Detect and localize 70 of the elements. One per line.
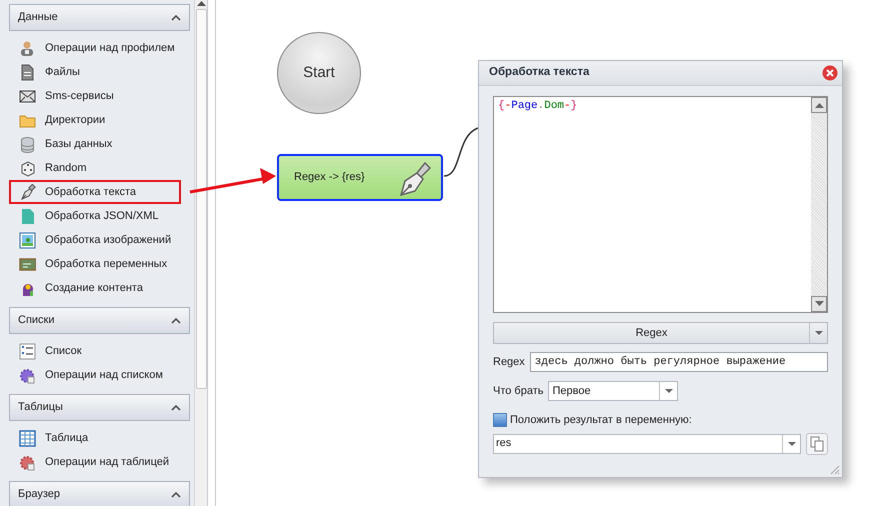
copy-icon bbox=[810, 436, 824, 452]
checkbox-label: Положить результат в переменную: bbox=[510, 413, 692, 428]
dropdown-caret-icon[interactable] bbox=[664, 389, 673, 393]
section-title: Браузер bbox=[18, 487, 60, 502]
connector-line bbox=[444, 127, 478, 177]
person-icon bbox=[19, 40, 36, 56]
dropdown-caret-icon[interactable] bbox=[788, 442, 796, 446]
code-editor[interactable]: {-Page.Dom-} bbox=[493, 96, 828, 313]
chalkboard-icon bbox=[19, 256, 36, 272]
scroll-thumb[interactable] bbox=[196, 9, 206, 389]
section-header[interactable]: Списки bbox=[9, 307, 190, 334]
collapse-icon[interactable] bbox=[171, 14, 181, 22]
sidebar-item[interactable]: Операции над профилем bbox=[9, 36, 181, 60]
sidebar-item[interactable]: Список bbox=[9, 339, 181, 363]
gear-icon bbox=[19, 454, 36, 470]
sidebar-item[interactable]: Random bbox=[9, 156, 181, 180]
sidebar-item[interactable]: Директории bbox=[9, 108, 181, 132]
database-icon bbox=[19, 136, 36, 152]
sidebar-item[interactable]: Создание контента bbox=[9, 276, 181, 300]
document-icon bbox=[19, 208, 36, 224]
sidebar-item[interactable]: Обработка текста bbox=[9, 180, 181, 204]
copy-button[interactable] bbox=[806, 432, 828, 454]
table-icon bbox=[19, 430, 36, 446]
mode-dropdown[interactable]: Regex bbox=[493, 322, 828, 344]
action-node[interactable]: Regex -> {res} bbox=[277, 154, 443, 201]
scrollbar[interactable] bbox=[811, 97, 827, 312]
sidebar-item[interactable]: Операции над таблицей bbox=[9, 450, 181, 474]
section-header[interactable]: Данные bbox=[9, 4, 190, 31]
take-dropdown[interactable]: Первое bbox=[548, 381, 678, 401]
envelope-icon bbox=[19, 88, 36, 104]
variable-dropdown[interactable]: res bbox=[493, 434, 801, 454]
collapse-icon[interactable] bbox=[171, 316, 181, 324]
sidebar-item[interactable]: Обработка переменных bbox=[9, 252, 181, 276]
pen-nib-icon bbox=[19, 184, 36, 200]
sidebar-item[interactable]: Обработка JSON/XML bbox=[9, 204, 181, 228]
gear-icon bbox=[19, 366, 36, 384]
file-icon bbox=[19, 64, 36, 80]
close-icon[interactable] bbox=[822, 65, 838, 81]
sidebar-item[interactable]: Файлы bbox=[9, 60, 181, 84]
numbered-list-icon bbox=[19, 342, 36, 360]
node-label: Regex -> {res} bbox=[294, 170, 365, 186]
collapse-icon[interactable] bbox=[171, 490, 181, 498]
code-text: {-Page.Dom-} bbox=[497, 99, 578, 114]
scroll-down-icon[interactable] bbox=[814, 301, 824, 307]
picture-icon bbox=[19, 232, 36, 248]
field-label: Regex bbox=[493, 354, 525, 370]
section-title: Таблицы bbox=[18, 400, 63, 416]
section-title: Данные bbox=[18, 10, 58, 26]
section-header[interactable]: Таблицы bbox=[9, 394, 190, 421]
sidebar-item[interactable]: Таблица bbox=[9, 426, 181, 450]
field-label: Что брать bbox=[493, 384, 544, 399]
dice-icon bbox=[19, 160, 36, 176]
section-title: Списки bbox=[18, 313, 55, 328]
start-node[interactable]: Start bbox=[277, 32, 361, 114]
scroll-up-button[interactable] bbox=[811, 97, 827, 113]
sidebar-item[interactable]: Sms-сервисы bbox=[9, 84, 181, 108]
resize-grip-icon[interactable] bbox=[828, 463, 840, 475]
collapse-icon[interactable] bbox=[171, 404, 181, 412]
sidebar-item[interactable]: Базы данных bbox=[9, 132, 181, 156]
scroll-down-button[interactable] bbox=[811, 296, 827, 312]
dropdown-caret-icon[interactable] bbox=[814, 331, 822, 335]
scroll-up-icon[interactable] bbox=[196, 0, 206, 6]
scroll-up-icon[interactable] bbox=[814, 102, 824, 108]
regex-field[interactable]: здесь должно быть регулярное выражение bbox=[530, 352, 828, 372]
scrollbar[interactable] bbox=[194, 0, 207, 506]
checkbox[interactable] bbox=[493, 413, 507, 428]
sidebar-item[interactable]: Операции над списком bbox=[9, 363, 181, 387]
section-header[interactable]: Браузер bbox=[9, 481, 190, 506]
dialog-title: Обработка текста bbox=[489, 65, 590, 80]
sidebar-item[interactable]: Обработка изображений bbox=[9, 228, 181, 252]
